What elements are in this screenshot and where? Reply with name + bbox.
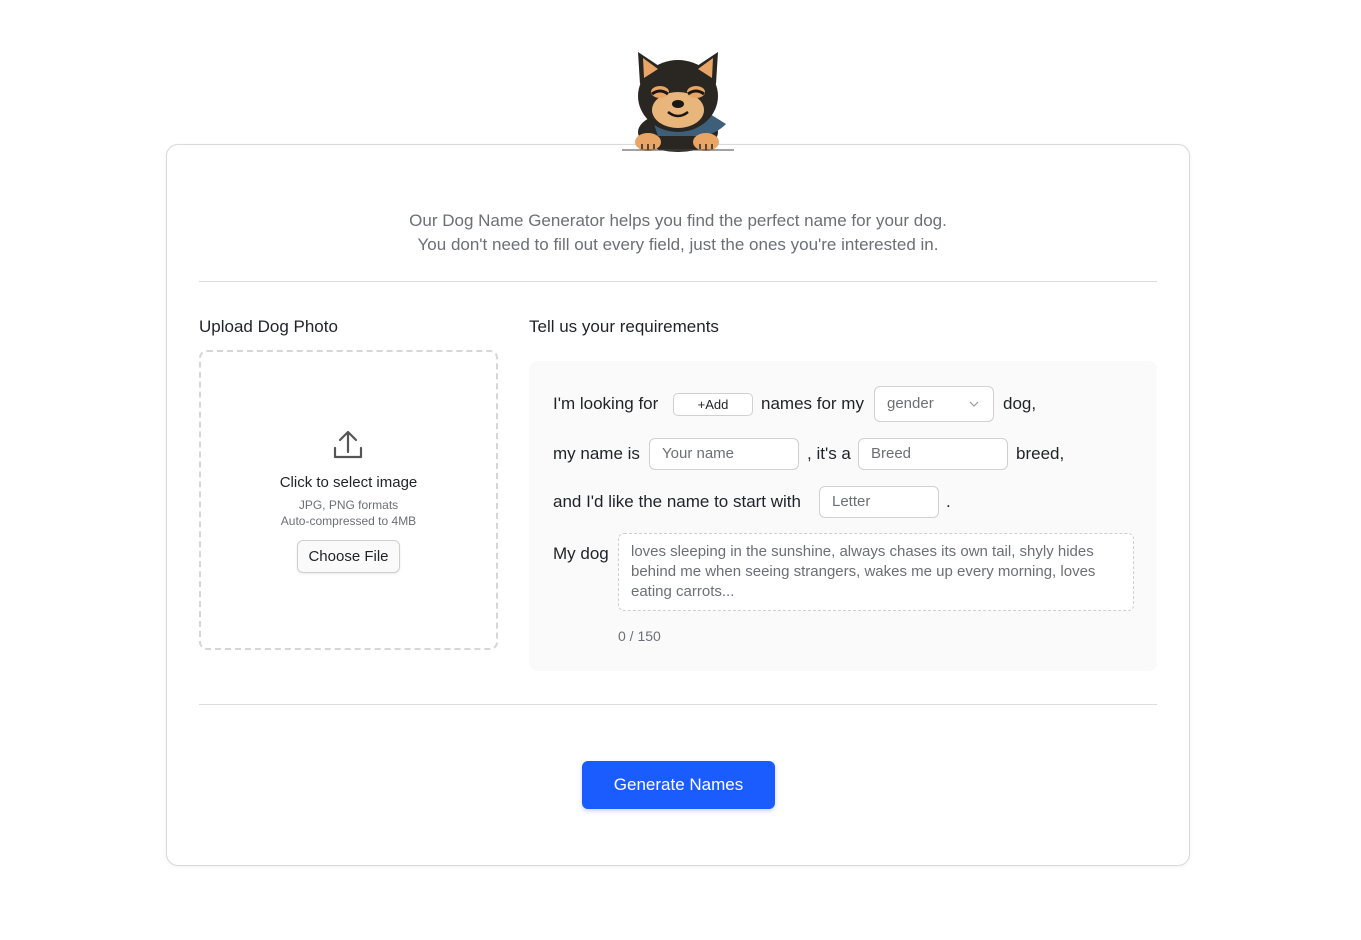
intro-line-1: Our Dog Name Generator helps you find th… — [409, 211, 947, 230]
line1-middle: names for my — [761, 394, 864, 413]
gender-select-value: gender — [887, 395, 934, 412]
line3-suffix: . — [946, 492, 951, 511]
line1-prefix: I'm looking for — [553, 394, 659, 413]
line3-prefix: and I'd like the name to start with — [553, 492, 801, 511]
upload-formats: JPG, PNG formats — [298, 498, 399, 512]
intro-line-2: You don't need to fill out every field, … — [417, 235, 939, 254]
line2-prefix: my name is — [553, 444, 640, 463]
intro-text: Our Dog Name Generator helps you find th… — [167, 209, 1189, 257]
line1-suffix: dog, — [1003, 394, 1037, 413]
line2-suffix: breed, — [1016, 444, 1065, 463]
character-counter: 0 / 150 — [618, 628, 661, 644]
upload-section-title: Upload Dog Photo — [199, 317, 338, 336]
choose-file-button[interactable]: Choose File — [297, 540, 400, 573]
generator-card: Our Dog Name Generator helps you find th… — [166, 144, 1190, 866]
bottom-divider — [199, 704, 1157, 705]
gender-select[interactable]: gender — [874, 386, 994, 422]
upload-prompt: Click to select image — [279, 474, 418, 491]
your-name-input[interactable]: Your name — [649, 438, 799, 470]
chevron-down-icon — [969, 401, 979, 407]
upload-compression-note: Auto-compressed to 4MB — [280, 514, 417, 528]
requirements-panel: I'm looking for +Add names for my gender… — [529, 361, 1157, 671]
image-dropzone[interactable]: Click to select image JPG, PNG formats A… — [199, 350, 498, 650]
line2-middle: , it's a — [807, 444, 851, 463]
upload-icon — [333, 430, 363, 459]
shiba-mascot-logo — [622, 52, 734, 152]
description-label: My dog — [553, 544, 609, 563]
start-letter-input[interactable]: Letter — [819, 486, 939, 518]
top-divider — [199, 281, 1157, 282]
page: Our Dog Name Generator helps you find th… — [0, 0, 1361, 940]
add-name-count-button[interactable]: +Add — [673, 393, 753, 416]
requirements-section-title: Tell us your requirements — [529, 317, 719, 336]
breed-input[interactable]: Breed — [858, 438, 1008, 470]
dog-description-textarea[interactable]: loves sleeping in the sunshine, always c… — [618, 533, 1134, 611]
generate-names-button[interactable]: Generate Names — [582, 761, 775, 809]
